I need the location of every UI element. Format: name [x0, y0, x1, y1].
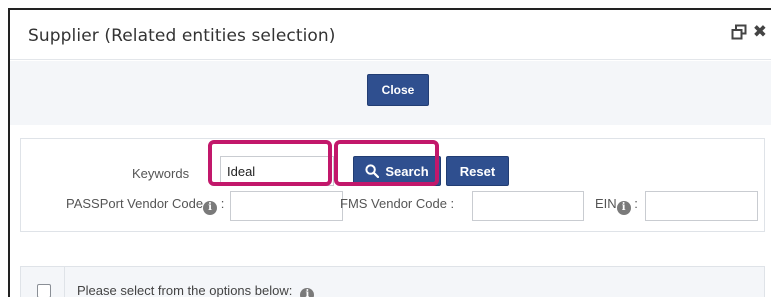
info-icon[interactable]: i	[203, 201, 218, 215]
select-all-checkbox[interactable]	[37, 284, 51, 297]
fms-vendor-code-input[interactable]	[472, 191, 584, 221]
restore-window-icon[interactable]	[731, 24, 747, 40]
keywords-label: Keywords	[132, 166, 190, 181]
keywords-input[interactable]	[220, 156, 334, 186]
options-prompt-text: Please select from the options below:	[77, 283, 293, 297]
options-row: Please select from the options below: i	[20, 266, 765, 297]
ein-text: EIN	[595, 196, 617, 211]
dialog-toolbar: Close	[10, 61, 771, 125]
title-bar-controls: ✖	[731, 24, 767, 41]
dialog-title: Supplier (Related entities selection)	[28, 26, 336, 46]
search-button-label: Search	[385, 163, 429, 179]
close-x-icon[interactable]: ✖	[753, 24, 767, 41]
fms-vendor-code-label: FMS Vendor Code :	[340, 196, 455, 211]
reset-button[interactable]: Reset	[446, 156, 509, 186]
search-button[interactable]: Search	[353, 156, 441, 186]
label-colon: :	[634, 196, 638, 211]
info-icon[interactable]: i	[300, 288, 315, 297]
related-entities-dialog: Supplier (Related entities selection) ✖ …	[8, 8, 771, 297]
close-button[interactable]: Close	[367, 74, 429, 106]
dialog-title-bar: Supplier (Related entities selection) ✖	[10, 10, 771, 60]
passport-vendor-code-input[interactable]	[230, 191, 343, 221]
ein-input[interactable]	[645, 191, 758, 221]
select-all-cell	[21, 267, 65, 297]
passport-vendor-code-text: PASSPort Vendor Code	[66, 196, 204, 211]
info-icon[interactable]: i	[616, 201, 631, 215]
label-colon: :	[220, 196, 225, 211]
options-prompt: Please select from the options below: i	[77, 283, 315, 297]
passport-vendor-code-label: PASSPort Vendor Code i :	[66, 196, 224, 215]
search-panel: Keywords Search Reset PASSPort Vendor Co…	[20, 138, 765, 232]
ein-label: EIN i :	[595, 196, 638, 215]
search-icon	[365, 164, 380, 178]
